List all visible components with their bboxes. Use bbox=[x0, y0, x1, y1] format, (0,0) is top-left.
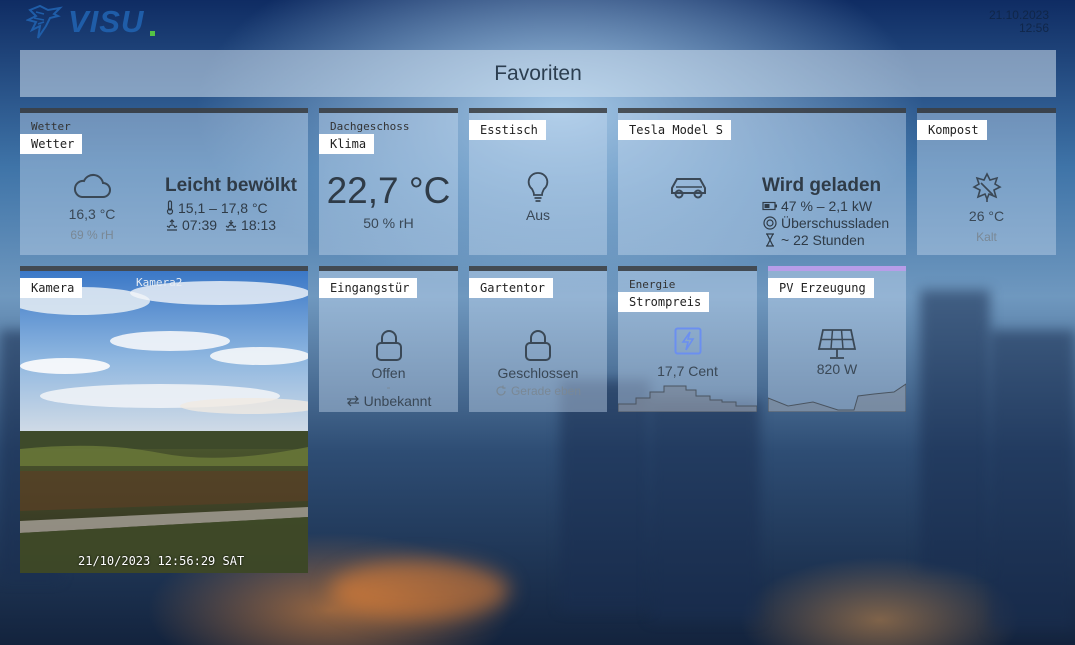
background-building bbox=[650, 400, 760, 620]
gartentor-state: Geschlossen bbox=[497, 365, 579, 381]
kompost-temperature: 26 °C bbox=[968, 208, 1005, 224]
camera-timestamp: 21/10/2023 12:56:29 SAT bbox=[78, 554, 245, 568]
refresh-icon bbox=[496, 385, 506, 396]
logo-dot bbox=[150, 30, 156, 36]
datetime: 21.10.2023 12:56 bbox=[989, 9, 1049, 35]
tesla-battery: 47 % – 2,1 kW bbox=[781, 197, 873, 214]
sunset-time: 18:13 bbox=[241, 216, 277, 233]
tile-gartentor[interactable]: Gartentor Geschlossen Gerade eben bbox=[469, 266, 607, 412]
leaf-icon bbox=[971, 172, 1002, 202]
tile-strompreis[interactable]: Energie Strompreis 17,7 Cent bbox=[618, 266, 757, 412]
weather-range: 15,1 – 17,8 °C bbox=[178, 199, 268, 216]
klima-humidity: 50 % rH bbox=[363, 215, 414, 231]
tesla-mode: Überschussladen bbox=[781, 214, 890, 231]
tile-label: Eingangstür bbox=[319, 278, 418, 298]
battery-icon bbox=[762, 201, 777, 210]
tile-wetter[interactable]: Wetter Wetter 16,3 °C 69 % rH Leicht bew… bbox=[20, 108, 308, 255]
gartentor-info: Gerade eben bbox=[510, 384, 582, 398]
tesla-duration: ~ 22 Stunden bbox=[781, 231, 865, 248]
eingangstuer-state: Offen bbox=[371, 365, 406, 381]
pv-value: 820 W bbox=[816, 361, 858, 377]
tile-label: Esstisch bbox=[469, 120, 546, 140]
time-text: 12:56 bbox=[1018, 21, 1049, 35]
weather-temperature: 16,3 °C bbox=[68, 206, 116, 222]
logo-text: VISU bbox=[68, 4, 145, 39]
lightbulb-icon bbox=[527, 172, 549, 202]
esstisch-state: Aus bbox=[525, 207, 551, 223]
tile-klima[interactable]: Dachgeschoss Klima 22,7 °C 50 % rH bbox=[319, 108, 458, 255]
lightning-icon bbox=[674, 327, 701, 355]
tile-eingangstuer[interactable]: Eingangstür Offen - Unbekannt bbox=[319, 266, 458, 412]
kompost-state: Kalt bbox=[976, 230, 997, 244]
cloud-icon bbox=[73, 173, 111, 198]
tile-label: Klima bbox=[319, 134, 375, 154]
lock-icon bbox=[525, 330, 551, 361]
tile-kompost[interactable]: Kompost 26 °C Kalt bbox=[917, 108, 1056, 255]
car-icon bbox=[671, 178, 706, 199]
tile-label: Kamera bbox=[20, 278, 83, 298]
camera-image[interactable] bbox=[20, 271, 308, 573]
lock-open-icon bbox=[375, 330, 402, 361]
swap-icon bbox=[346, 395, 359, 407]
weather-condition: Leicht bewölkt bbox=[165, 175, 297, 196]
tile-group-label: Dachgeschoss bbox=[330, 120, 410, 133]
camera-overlay-title: Kamera2 bbox=[136, 276, 183, 289]
background-building bbox=[990, 330, 1075, 630]
pv-sparkline bbox=[768, 383, 906, 412]
tile-esstisch[interactable]: Esstisch Aus bbox=[469, 108, 607, 255]
sunset-icon bbox=[225, 219, 237, 231]
tile-label: Kompost bbox=[917, 120, 987, 140]
eingangstuer-info: Unbekannt bbox=[363, 393, 432, 409]
tesla-status: Wird geladen bbox=[762, 175, 882, 196]
thermometer-icon bbox=[166, 200, 174, 215]
background-building bbox=[560, 380, 650, 610]
target-icon bbox=[763, 215, 777, 230]
sunrise-icon bbox=[166, 218, 178, 231]
tile-group-label: Energie bbox=[629, 278, 676, 291]
tile-label: Tesla Model S bbox=[618, 120, 731, 140]
app-logo[interactable]: VISU bbox=[26, 4, 156, 40]
solar-panel-icon bbox=[817, 329, 857, 359]
tile-label: Wetter bbox=[20, 134, 83, 154]
tile-label: Gartentor bbox=[469, 278, 554, 298]
dragon-logo-icon bbox=[26, 4, 63, 39]
hourglass-icon bbox=[766, 232, 774, 247]
tile-kamera[interactable]: Kamera Kamera2 21/10/2023 12:56:29 SAT bbox=[20, 266, 308, 573]
weather-humidity: 69 % rH bbox=[70, 228, 114, 242]
price-sparkline bbox=[618, 385, 757, 412]
tile-tesla[interactable]: Tesla Model S Wird geladen 47 % – 2,1 kW… bbox=[618, 108, 906, 255]
background-building bbox=[920, 290, 990, 570]
background-light bbox=[330, 560, 510, 620]
tile-group-label: Wetter bbox=[31, 120, 71, 133]
tile-label: Strompreis bbox=[618, 292, 710, 312]
klima-temperature: 22,7 °C bbox=[326, 170, 451, 211]
tile-pv[interactable]: PV Erzeugung 820 W bbox=[768, 266, 906, 412]
sunrise-time: 07:39 bbox=[182, 216, 218, 233]
tile-label: PV Erzeugung bbox=[768, 278, 874, 298]
eingangstuer-sub: - bbox=[386, 380, 391, 394]
page-title: Favoriten bbox=[20, 50, 1056, 97]
